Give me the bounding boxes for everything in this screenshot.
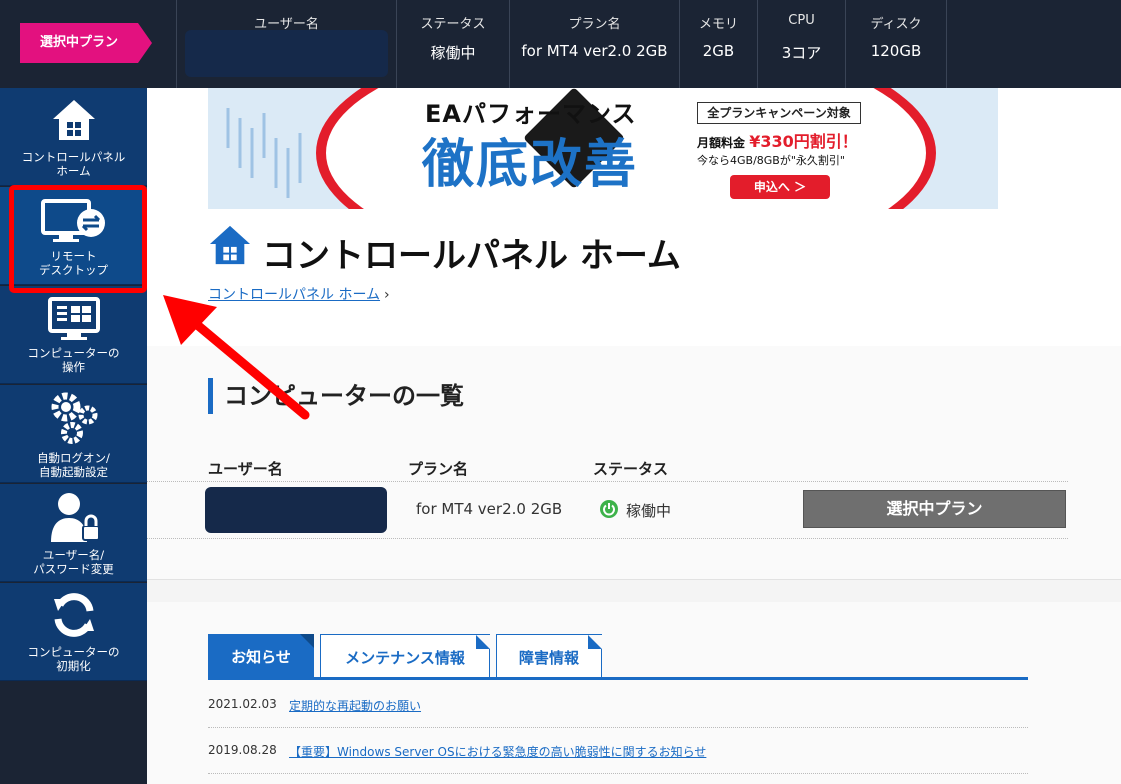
redacted-username [185, 30, 388, 77]
header-username-column: ユーザー名 [176, 0, 397, 88]
header-status-label: ステータス [420, 17, 486, 32]
highlight-box [9, 185, 147, 293]
header-plan-value: for MT4 ver2.0 2GB [521, 42, 668, 60]
sidebar-item-label: コンピューターの 操作 [27, 346, 120, 374]
tab-news[interactable]: お知らせ [208, 634, 314, 678]
row-plan-name: for MT4 ver2.0 2GB [416, 500, 563, 518]
header-status-column: ステータス 稼働中 [397, 0, 510, 88]
power-status-icon [600, 500, 618, 518]
column-header-status: ステータス [593, 460, 669, 478]
banner-big-text: 徹底改善 [422, 135, 639, 195]
sidebar-item-computer-operation[interactable]: コンピューターの 操作 [0, 286, 147, 384]
column-header-username: ユーザー名 [208, 460, 283, 478]
news-link[interactable]: 【重要】Windows Server OSにおける緊急度の高い脆弱性に関するお知… [289, 743, 706, 760]
news-date: 2021.02.03 [208, 697, 277, 711]
chart-decoration-icon [226, 108, 302, 198]
computer-icon [47, 297, 100, 340]
sidebar-item-label: コンピューターの 初期化 [27, 645, 120, 673]
news-link[interactable]: 定期的な再起動のお願い [289, 697, 421, 714]
tab-maintenance[interactable]: メンテナンス情報 [320, 634, 490, 678]
sidebar-item-home[interactable]: コントロールパネル ホーム [0, 88, 147, 186]
header-memory-column: メモリ 2GB [680, 0, 758, 88]
gears-icon [51, 392, 97, 444]
tabs-underline [208, 677, 1028, 680]
column-header-plan: プラン名 [408, 460, 469, 478]
header-cpu-column: CPU 3コア [758, 0, 846, 88]
banner-permanent-discount: 今なら4GB/8GBが"永久割引" [697, 154, 845, 167]
tab-incidents[interactable]: 障害情報 [496, 634, 602, 678]
page-title: コントロールパネル ホーム [262, 236, 681, 276]
banner-apply-button[interactable]: 申込へ ＞ [730, 175, 830, 199]
top-header-bar: 選択中プラン ユーザー名 ステータス 稼働中 プラン名 for MT4 ver2… [0, 0, 1121, 88]
row-status: 稼働中 [626, 502, 672, 520]
sidebar-item-label: コントロールパネル ホーム [21, 150, 126, 178]
header-disk-value: 120GB [870, 42, 922, 60]
banner-campaign-label: 全プランキャンペーン対象 [697, 102, 861, 124]
sidebar-item-label: 自動ログオン/ 自動起動設定 [37, 451, 110, 479]
news-date: 2019.08.28 [208, 743, 277, 757]
refresh-icon [53, 593, 94, 637]
sidebar-item-auto-logon[interactable]: 自動ログオン/ 自動起動設定 [0, 385, 147, 483]
header-memory-label: メモリ [698, 17, 738, 32]
selected-plan-tag: 選択中プラン [20, 23, 152, 63]
campaign-banner[interactable]: VPSを 追加して EAパフォーマンス 徹底改善 全プランキャンペーン対象 月額… [208, 88, 998, 209]
annotation-arrow-icon [163, 295, 310, 420]
banner-price: 月額料金 ¥330円割引！ [697, 132, 858, 151]
sidebar-item-label: ユーザー名/ パスワード変更 [33, 548, 114, 576]
header-disk-label: ディスク [870, 17, 922, 32]
header-plan-column: プラン名 for MT4 ver2.0 2GB [510, 0, 680, 88]
header-cpu-value: 3コア [781, 44, 822, 62]
banner-badge-text: VPSを 追加して [344, 121, 388, 149]
selected-plan-button[interactable]: 選択中プラン [803, 490, 1066, 528]
header-plan-label: プラン名 [568, 17, 621, 32]
header-disk-column: ディスク 120GB [846, 0, 947, 88]
header-cpu-label: CPU [788, 13, 815, 28]
header-status-value: 稼働中 [430, 44, 476, 62]
user-lock-icon [50, 493, 100, 542]
home-icon [52, 100, 95, 140]
sidebar-item-user-password[interactable]: ユーザー名/ パスワード変更 [0, 484, 147, 582]
breadcrumb-separator: › [384, 287, 390, 303]
home-icon [209, 225, 251, 265]
redacted-username [205, 487, 387, 533]
header-memory-value: 2GB [702, 42, 735, 60]
sidebar-item-reset[interactable]: コンピューターの 初期化 [0, 583, 147, 681]
